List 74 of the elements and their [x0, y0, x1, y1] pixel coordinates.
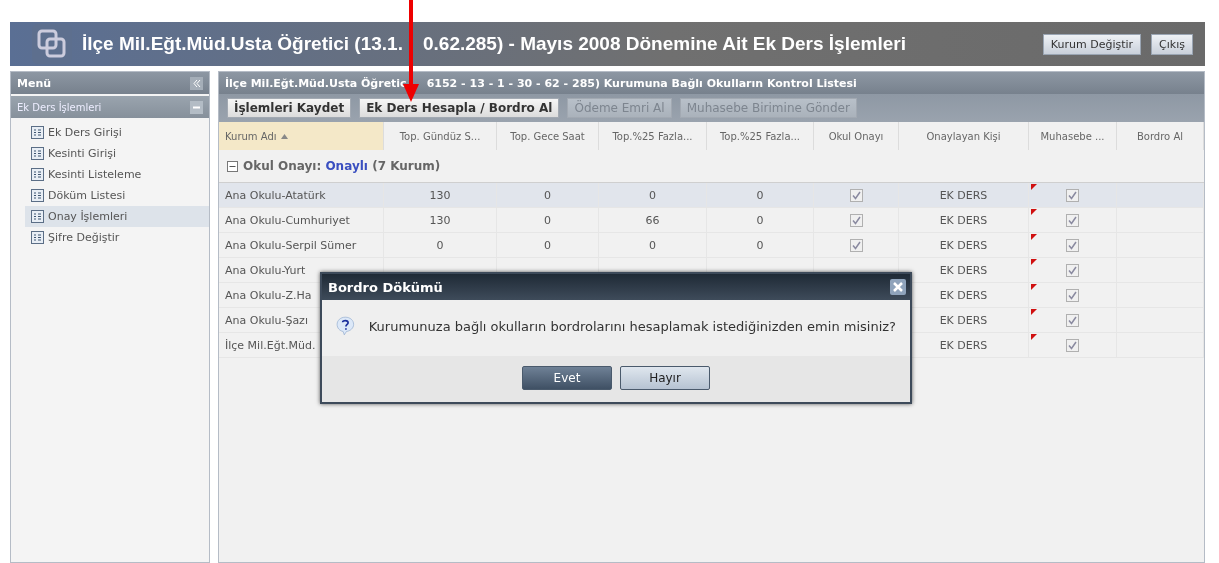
menu-item[interactable]: Şifre Değiştir	[25, 227, 209, 248]
window-title: 0.62.285) - Mayıs 2008 Dönemine Ait Ek Ders İşlemleri	[422, 33, 906, 54]
window-title: İlçe Mil.Eğt.Müd.Usta Öğretici (13.1.	[82, 33, 403, 54]
column-header[interactable]: Top.%25 Fazla...	[707, 122, 814, 150]
collapse-icon[interactable]	[227, 160, 238, 172]
table-cell: EK DERS	[939, 188, 988, 202]
column-header[interactable]: Onaylayan Kişi	[899, 122, 1029, 150]
table-cell: 0	[756, 213, 764, 227]
table-cell: Ana Okulu-Şazı	[225, 313, 308, 327]
table-cell: Ana Okulu-Cumhuriyet	[225, 213, 350, 227]
table-cell: EK DERS	[939, 213, 988, 227]
checkbox[interactable]	[1066, 338, 1079, 352]
panel-title: 6152 - 13 - 1 - 30 - 62 - 285) Kurumuna Bağlı Okulların Kontrol Listesi	[426, 76, 857, 90]
table-cell: İlçe Mil.Eğt.Müd.	[225, 338, 316, 352]
list-icon	[31, 210, 44, 223]
table-cell: 0	[649, 238, 656, 252]
checkbox[interactable]	[849, 238, 863, 252]
column-header[interactable]: Okul Onayı	[814, 122, 899, 150]
list-icon	[31, 147, 44, 160]
table-cell: 0	[756, 238, 764, 252]
section-title: Ek Ders İşlemleri	[17, 101, 102, 113]
column-header[interactable]: Top.%25 Fazla...	[599, 122, 707, 150]
list-icon	[31, 189, 44, 202]
panel-title: Menü	[17, 76, 52, 90]
dialog-title: Bordro Dökümü	[328, 279, 443, 295]
table-cell: 130	[429, 213, 451, 227]
checkbox[interactable]	[849, 213, 863, 227]
menu-item[interactable]: Kesinti Listeleme	[25, 164, 209, 185]
toolbar-button[interactable]: İşlemleri Kaydet	[227, 98, 352, 118]
column-header[interactable]: Muhasebe ...	[1029, 122, 1117, 150]
toolbar-button[interactable]: Ek Ders Hesapla / Bordro Al	[359, 98, 560, 118]
table-cell: EK DERS	[939, 313, 988, 327]
column-header[interactable]: Bordro Al	[1117, 122, 1204, 150]
menu-item[interactable]: Ek Ders Girişi	[25, 122, 209, 143]
group-label: Okul Onayı: Onaylı (7 Kurum)	[243, 159, 441, 173]
table-cell: 66	[645, 213, 660, 227]
table-cell: EK DERS	[939, 263, 988, 277]
table-cell: 130	[429, 188, 451, 202]
list-icon	[31, 168, 44, 181]
checkbox[interactable]	[1066, 188, 1079, 202]
dialog-message: Kurumunuza bağlı okulların bordrolarını hesaplamak istediğinizden emin misiniz?	[368, 318, 896, 334]
column-header[interactable]: Kurum Adı	[219, 122, 384, 150]
table-cell: 0	[544, 238, 551, 252]
table-cell: 0	[649, 188, 656, 202]
table-cell: 0	[544, 213, 551, 227]
list-icon	[31, 231, 44, 244]
table-cell: Ana Okulu-Atatürk	[225, 188, 326, 202]
close-icon[interactable]	[890, 279, 906, 295]
menu-item[interactable]: Onay İşlemleri	[25, 206, 209, 227]
column-header[interactable]: Top. Gündüz S...	[384, 122, 497, 150]
header-button[interactable]: Çıkış	[1151, 33, 1193, 55]
table-cell: 0	[436, 238, 444, 252]
table-cell: Ana Okulu-Serpil Sümer	[225, 238, 357, 252]
table-cell: EK DERS	[939, 288, 988, 302]
checkbox[interactable]	[1066, 213, 1079, 227]
table-cell: EK DERS	[939, 238, 988, 252]
menu-item[interactable]: Döküm Listesi	[25, 185, 209, 206]
table-cell: Ana Okulu-Yurt	[225, 263, 306, 277]
checkbox[interactable]	[1066, 238, 1079, 252]
checkbox[interactable]	[1066, 263, 1079, 277]
list-icon	[31, 126, 44, 139]
table-cell: Ana Okulu-Z.Ha	[225, 288, 312, 302]
table-cell: 0	[756, 188, 764, 202]
menu-item[interactable]: Kesinti Girişi	[25, 143, 209, 164]
dialog-button[interactable]: Hayır	[620, 366, 710, 390]
dialog-button[interactable]: Evet	[522, 366, 612, 390]
panel-title: İlçe Mil.Eğt.Müd.Usta Öğretic	[225, 76, 407, 90]
column-header[interactable]: Top. Gece Saat	[497, 122, 599, 150]
table-cell: EK DERS	[939, 338, 988, 352]
checkbox[interactable]	[1066, 313, 1079, 327]
checkbox[interactable]	[1066, 288, 1079, 302]
table-cell: 0	[544, 188, 551, 202]
header-button[interactable]: Kurum Değiştir	[1042, 33, 1142, 55]
checkbox[interactable]	[849, 188, 863, 202]
